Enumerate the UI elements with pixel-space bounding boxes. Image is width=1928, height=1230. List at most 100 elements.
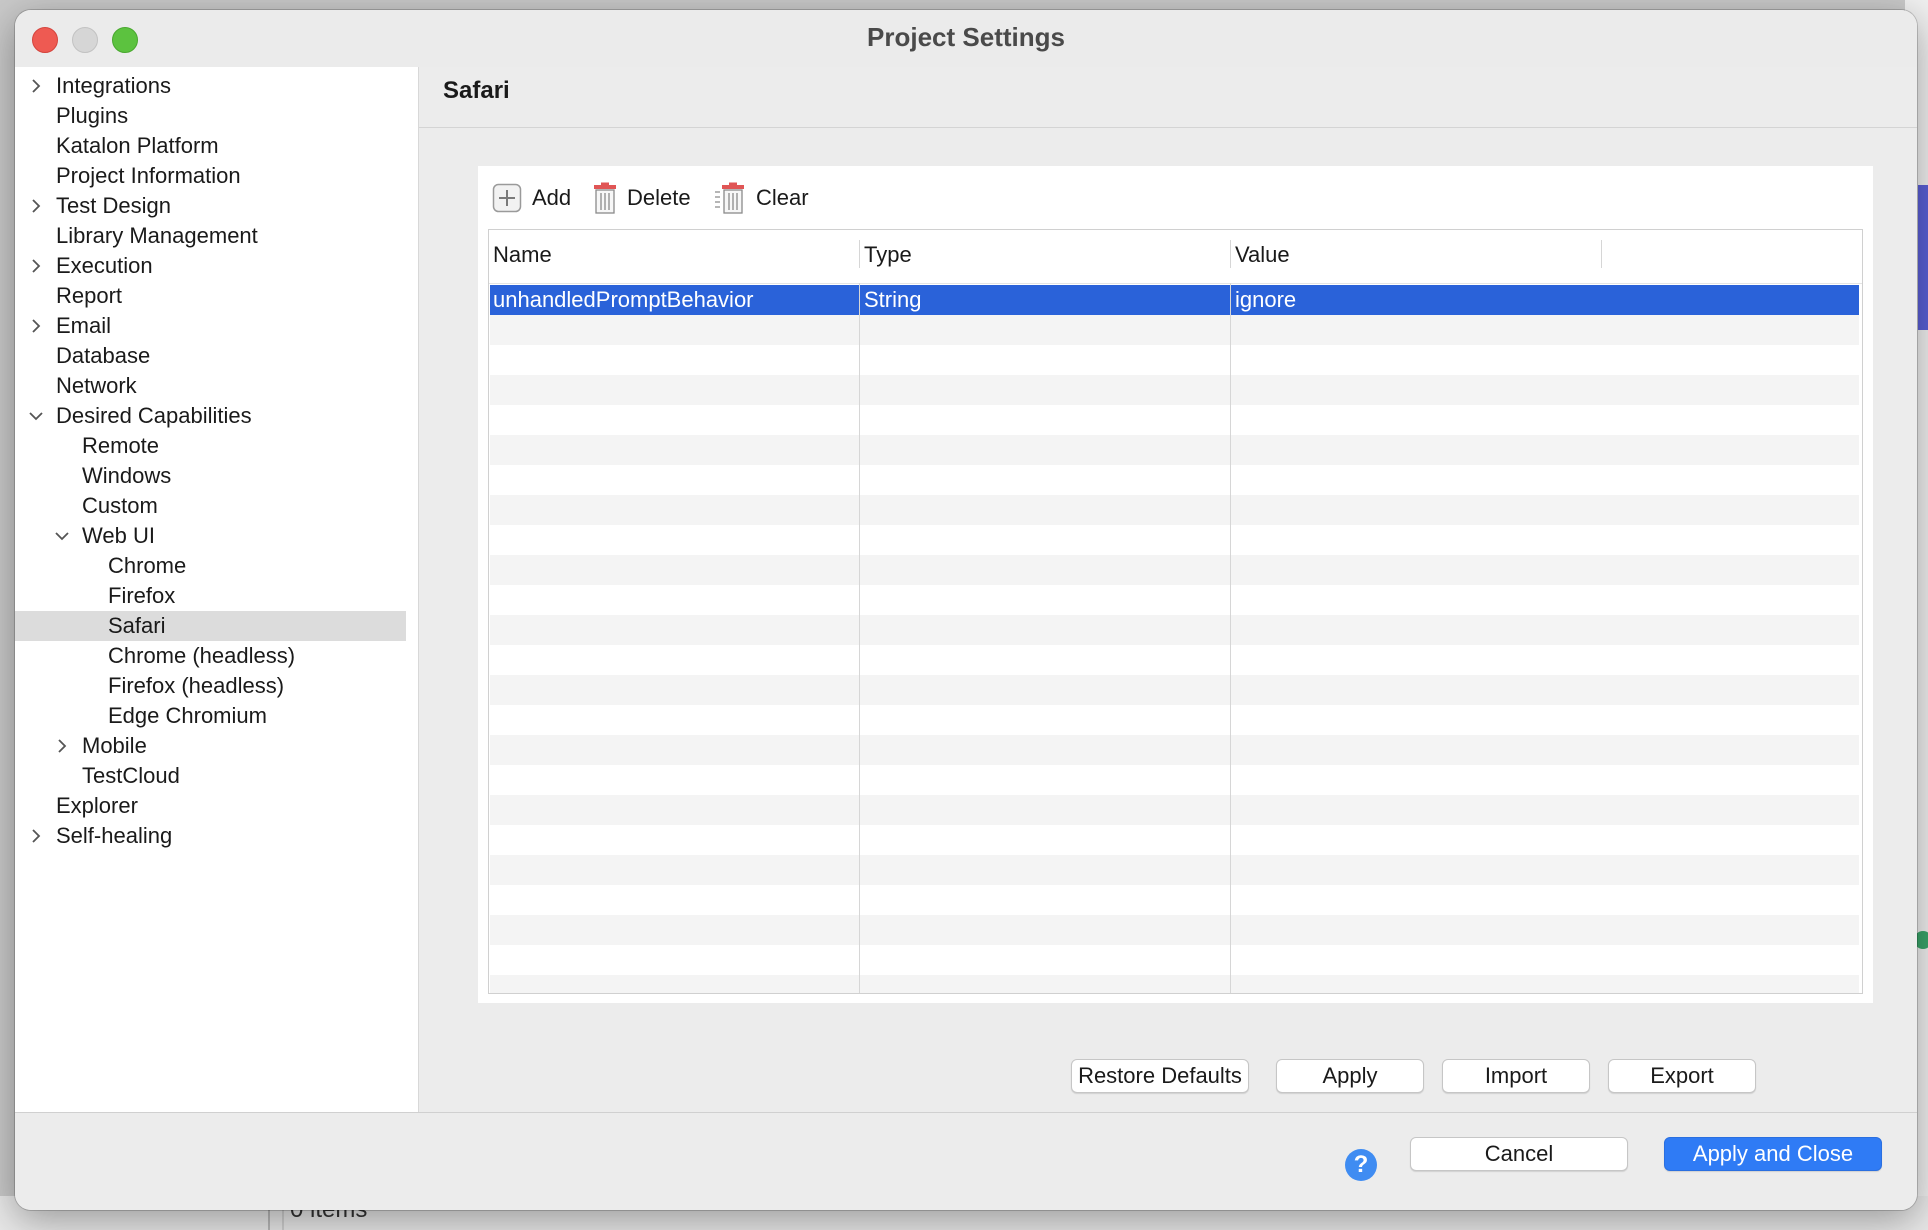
tree-item[interactable]: Self-healing bbox=[15, 821, 406, 851]
tree-item-label: Web UI bbox=[82, 523, 155, 548]
empty-table-row[interactable] bbox=[490, 975, 1859, 993]
tree-item[interactable]: Web UI bbox=[15, 521, 406, 551]
import-button[interactable]: Import bbox=[1442, 1059, 1590, 1093]
empty-table-row[interactable] bbox=[490, 405, 1859, 435]
page-title: Safari bbox=[443, 77, 510, 104]
tree-item[interactable]: Network bbox=[15, 371, 406, 401]
empty-table-row[interactable] bbox=[490, 855, 1859, 885]
tree-item-label: TestCloud bbox=[82, 763, 180, 788]
table-row[interactable]: unhandledPromptBehavior String ignore bbox=[490, 285, 1859, 315]
help-icon[interactable]: ? bbox=[1345, 1149, 1377, 1181]
tree-item-label: Explorer bbox=[56, 793, 138, 818]
empty-table-row[interactable] bbox=[490, 795, 1859, 825]
tree-item[interactable]: Plugins bbox=[15, 101, 406, 131]
chevron-right-icon[interactable] bbox=[25, 71, 45, 101]
tree-item[interactable]: Database bbox=[15, 341, 406, 371]
column-divider[interactable] bbox=[1230, 240, 1231, 268]
empty-table-row[interactable] bbox=[490, 825, 1859, 855]
empty-table-row[interactable] bbox=[490, 495, 1859, 525]
export-button[interactable]: Export bbox=[1608, 1059, 1756, 1093]
tree-item[interactable]: Report bbox=[15, 281, 406, 311]
empty-table-row[interactable] bbox=[490, 615, 1859, 645]
tree-item-label: Test Design bbox=[56, 193, 171, 218]
empty-table-row[interactable] bbox=[490, 645, 1859, 675]
cell-name: unhandledPromptBehavior bbox=[493, 287, 754, 312]
tree-item-label: Chrome (headless) bbox=[108, 643, 296, 668]
delete-label: Delete bbox=[627, 185, 691, 210]
chevron-right-icon[interactable] bbox=[51, 731, 71, 761]
empty-table-row[interactable] bbox=[490, 555, 1859, 585]
empty-table-row[interactable] bbox=[490, 915, 1859, 945]
chevron-right-icon[interactable] bbox=[25, 821, 45, 851]
tree-item[interactable]: Custom bbox=[15, 491, 406, 521]
empty-table-row[interactable] bbox=[490, 525, 1859, 555]
tree-item-label: Edge Chromium bbox=[108, 703, 267, 728]
empty-table-row[interactable] bbox=[490, 315, 1859, 345]
tree-item-label: Library Management bbox=[56, 223, 258, 248]
tree-item[interactable]: Edge Chromium bbox=[15, 701, 406, 731]
restore-defaults-button[interactable]: Restore Defaults bbox=[1071, 1059, 1249, 1093]
background-accent-bar bbox=[1918, 185, 1928, 330]
apply-and-close-button[interactable]: Apply and Close bbox=[1664, 1137, 1882, 1171]
tree-item-label: Mobile bbox=[82, 733, 147, 758]
empty-table-row[interactable] bbox=[490, 375, 1859, 405]
tree-item[interactable]: Firefox (headless) bbox=[15, 671, 406, 701]
tree-item-label: Safari bbox=[108, 613, 166, 638]
column-header-type[interactable]: Type bbox=[864, 242, 912, 268]
clear-button[interactable]: Clear bbox=[714, 180, 809, 216]
clear-label: Clear bbox=[756, 185, 809, 210]
cancel-button[interactable]: Cancel bbox=[1410, 1137, 1628, 1171]
dialog-footer: ? Cancel Apply and Close bbox=[15, 1112, 1917, 1210]
tree-item[interactable]: Safari bbox=[15, 611, 406, 641]
chevron-right-icon[interactable] bbox=[25, 191, 45, 221]
tree-item[interactable]: TestCloud bbox=[15, 761, 406, 791]
trash-icon bbox=[594, 182, 616, 214]
tree-item-label: Email bbox=[56, 313, 112, 338]
column-header-value[interactable]: Value bbox=[1235, 242, 1290, 268]
capabilities-table: Name Type Value unhandledPromptBehavior S… bbox=[488, 229, 1863, 994]
tree-item[interactable]: Test Design bbox=[15, 191, 406, 221]
tree-item[interactable]: Integrations bbox=[15, 71, 406, 101]
delete-button[interactable]: Delete bbox=[593, 180, 691, 216]
cell-type: String bbox=[864, 287, 922, 312]
column-grid-line bbox=[1230, 283, 1231, 993]
tree-item[interactable]: Explorer bbox=[15, 791, 406, 821]
apply-button[interactable]: Apply bbox=[1276, 1059, 1424, 1093]
tree-item[interactable]: Firefox bbox=[15, 581, 406, 611]
empty-table-row[interactable] bbox=[490, 345, 1859, 375]
empty-table-row[interactable] bbox=[490, 765, 1859, 795]
tree-item[interactable]: Library Management bbox=[15, 221, 406, 251]
empty-table-row[interactable] bbox=[490, 885, 1859, 915]
empty-table-row[interactable] bbox=[490, 435, 1859, 465]
tree-item[interactable]: Execution bbox=[15, 251, 406, 281]
tree-item[interactable]: Windows bbox=[15, 461, 406, 491]
tree-item[interactable]: Desired Capabilities bbox=[15, 401, 406, 431]
empty-table-row[interactable] bbox=[490, 705, 1859, 735]
empty-table-row[interactable] bbox=[490, 585, 1859, 615]
chevron-down-icon[interactable] bbox=[25, 401, 45, 431]
tree-item-label: Firefox (headless) bbox=[108, 673, 285, 698]
empty-table-row[interactable] bbox=[490, 675, 1859, 705]
tree-item-label: Katalon Platform bbox=[56, 133, 219, 158]
chevron-right-icon[interactable] bbox=[25, 311, 45, 341]
tree-item[interactable]: Project Information bbox=[15, 161, 406, 191]
tree-item[interactable]: Remote bbox=[15, 431, 406, 461]
empty-table-row[interactable] bbox=[490, 465, 1859, 495]
tree-item[interactable]: Katalon Platform bbox=[15, 131, 406, 161]
chevron-down-icon[interactable] bbox=[51, 521, 71, 551]
project-settings-dialog: Project Settings Integrations Plugins Kata… bbox=[15, 10, 1917, 1210]
tree-item[interactable]: Chrome (headless) bbox=[15, 641, 406, 671]
tree-item[interactable]: Mobile bbox=[15, 731, 406, 761]
empty-table-row[interactable] bbox=[490, 735, 1859, 765]
tree-item[interactable]: Email bbox=[15, 311, 406, 341]
add-button[interactable]: Add bbox=[492, 180, 571, 216]
tree-item[interactable]: Chrome bbox=[15, 551, 406, 581]
table-header: Name Type Value bbox=[489, 230, 1862, 284]
empty-table-row[interactable] bbox=[490, 945, 1859, 975]
column-divider[interactable] bbox=[1601, 240, 1602, 268]
column-header-name[interactable]: Name bbox=[493, 242, 552, 268]
chevron-right-icon[interactable] bbox=[25, 251, 45, 281]
add-label: Add bbox=[532, 185, 572, 210]
clear-all-icon bbox=[715, 182, 744, 214]
column-divider[interactable] bbox=[859, 240, 860, 268]
